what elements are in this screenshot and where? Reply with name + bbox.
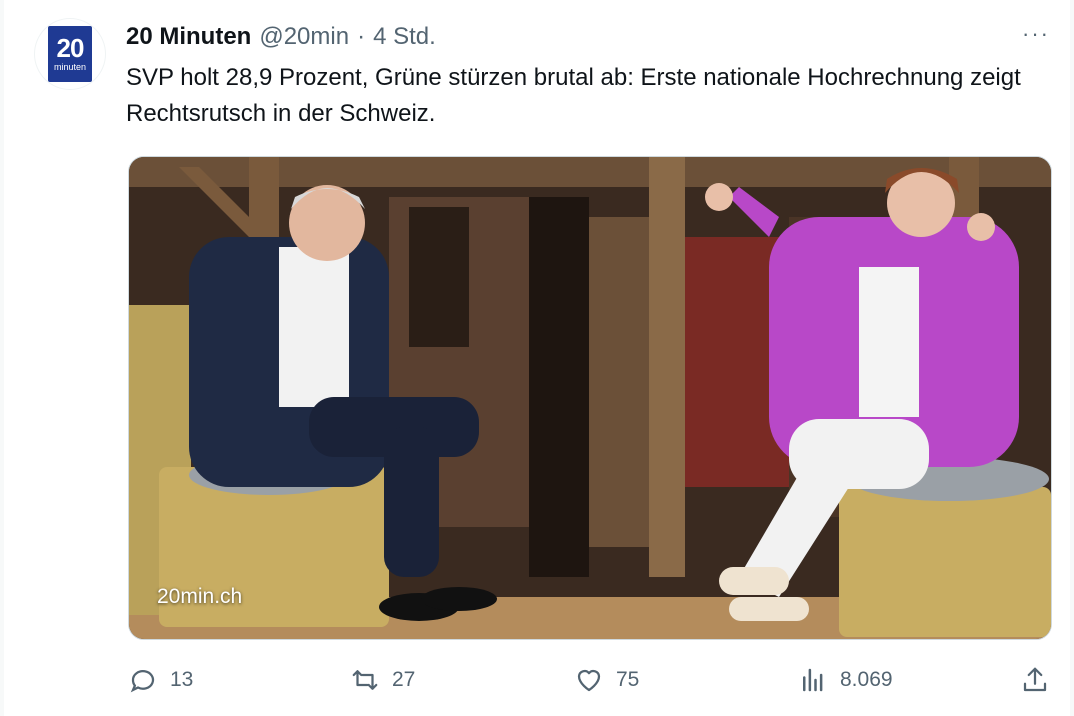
more-options-icon[interactable]: ··· [1022,23,1050,45]
tweet-card[interactable]: 20 minuten 20 Minuten @20min · 4 Std. ··… [4,0,1070,716]
retweet-count: 27 [392,668,416,691]
like-icon [577,669,601,692]
tweet-header: 20 Minuten @20min · 4 Std. [126,22,436,52]
logo-number: 20 [56,33,85,63]
tweet-media[interactable]: 20min.ch [128,156,1052,640]
views-count: 8.069 [840,668,893,691]
views-button[interactable]: 8.069 [798,662,893,698]
share-icon [1023,667,1047,692]
reply-icon [130,670,155,693]
author-handle[interactable]: @20min [259,23,349,51]
author-name[interactable]: 20 Minuten [126,23,251,51]
reply-count: 13 [170,668,194,691]
action-bar: 13 27 75 8.069 [128,662,1050,698]
views-icon [803,668,823,692]
tweet-text: SVP holt 28,9 Prozent, Grüne stürzen bru… [126,64,1021,127]
media-source-label: 20min.ch [157,585,243,608]
brand-logo: 20 minuten [48,26,92,82]
media-photo [129,157,1051,639]
share-button[interactable] [1020,662,1050,698]
separator-dot: · [357,23,366,50]
logo-word: minuten [53,62,87,72]
like-button[interactable]: 75 [574,662,639,698]
like-count: 75 [616,668,640,691]
reply-button[interactable]: 13 [128,662,193,698]
retweet-button[interactable]: 27 [350,662,415,698]
avatar[interactable]: 20 minuten [34,18,106,90]
retweet-icon [352,670,378,690]
timestamp[interactable]: 4 Std. [373,23,436,51]
